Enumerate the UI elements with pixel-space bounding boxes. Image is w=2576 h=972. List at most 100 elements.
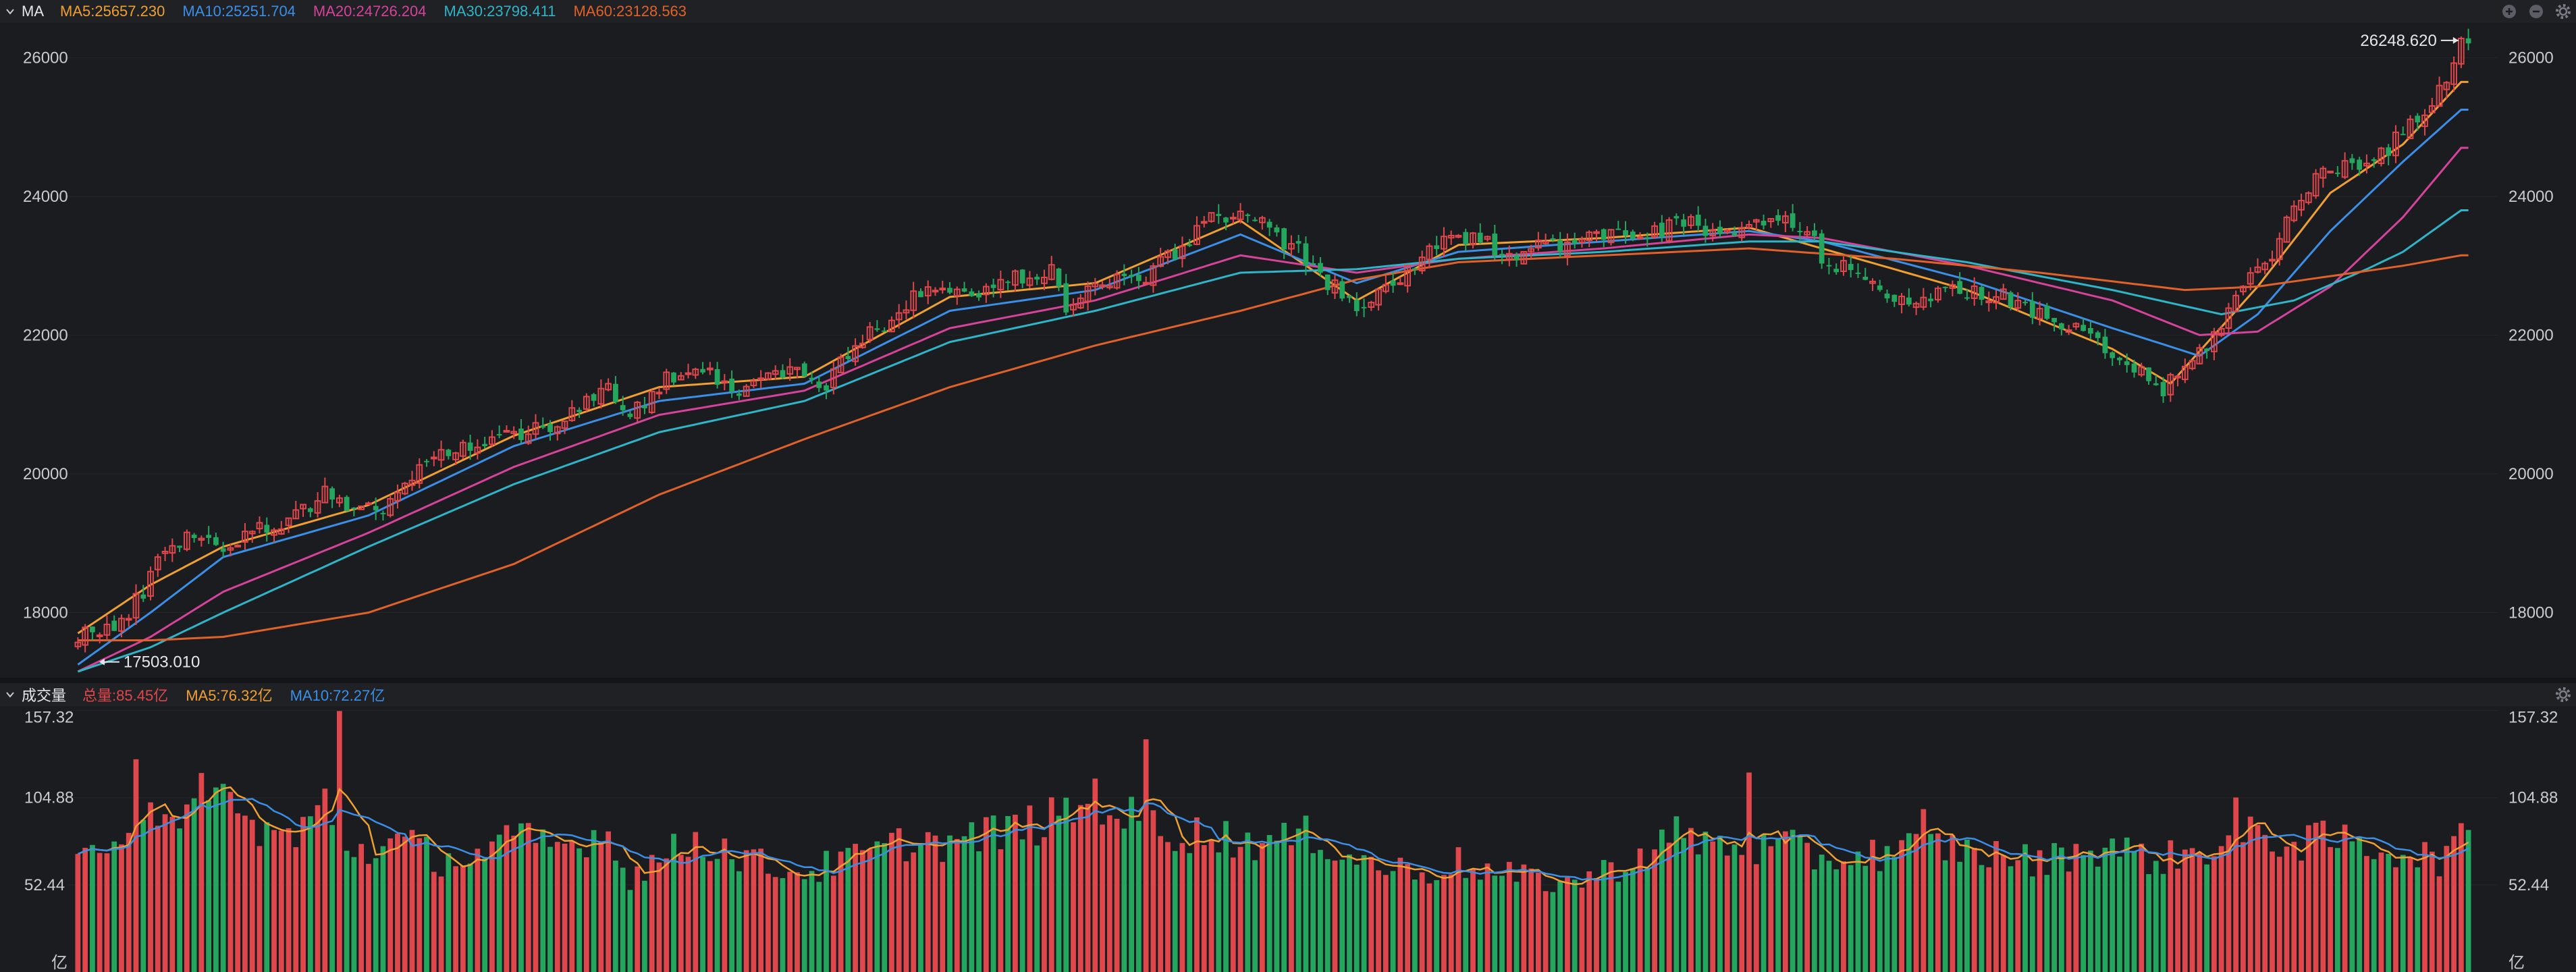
candle-body (1623, 230, 1628, 236)
volume-bar (1782, 831, 1788, 972)
volume-bar (2371, 859, 2377, 972)
candle-body (191, 535, 197, 539)
volume-bar (2131, 850, 2137, 972)
volume-bar (1666, 842, 1672, 972)
volume-bar (90, 844, 95, 972)
candle-body (627, 413, 633, 417)
volume-bar (2197, 853, 2203, 972)
candle-body (1644, 237, 1651, 239)
candle-body (1615, 228, 1621, 230)
candle-body (518, 428, 524, 440)
volume-bar (1042, 837, 1047, 972)
candle-body (655, 392, 663, 395)
candle-body (757, 377, 765, 381)
volume-bar (1797, 835, 1803, 972)
candle-body (1957, 281, 1963, 294)
volume-bar (2139, 843, 2145, 972)
candle-body (2146, 367, 2151, 381)
volume-bar (249, 819, 255, 972)
volume-bar (2218, 846, 2224, 972)
volume-bar (2124, 837, 2130, 972)
volume-bar (998, 849, 1004, 972)
volume-bar (2386, 853, 2392, 972)
volume-bar (1513, 882, 1520, 972)
volume-bar (1492, 875, 1498, 972)
volume-bar (293, 847, 299, 972)
volume-bar (1179, 842, 1185, 972)
candle-body (2160, 382, 2166, 397)
candle-body (430, 456, 437, 460)
candle-body (547, 423, 553, 433)
candle-body (1593, 231, 1600, 234)
candle-body (2022, 302, 2028, 304)
volume-bar (104, 853, 110, 972)
volume-bar (2102, 847, 2108, 972)
volume-bar (1913, 834, 1919, 972)
volume-bar (1441, 875, 1447, 972)
candle-body (882, 330, 888, 332)
volume-bar (1223, 821, 1229, 972)
candle-body (380, 512, 386, 514)
volume-bar (1077, 805, 1083, 972)
volume-bar (2415, 867, 2421, 972)
volume-bar (460, 865, 466, 972)
volume-bar (947, 835, 952, 972)
volume-bar (111, 841, 117, 972)
volume-bar (2022, 844, 2028, 972)
candle-body (874, 328, 880, 330)
volume-bar (2226, 835, 2232, 972)
candle-body (1833, 269, 1840, 273)
candle-body (1492, 234, 1498, 256)
volume-bar (1572, 880, 1578, 972)
volume-bar (235, 813, 241, 972)
volume-bar (2276, 857, 2282, 972)
volume-bar (1295, 828, 1302, 972)
volume-bar (133, 759, 139, 972)
volume-bar (1681, 838, 1687, 972)
volume-bar (1143, 739, 1149, 972)
volume-bar (1034, 845, 1040, 972)
candle-body (1063, 283, 1069, 313)
volume-bar (2051, 842, 2057, 972)
candle-body (1761, 221, 1767, 226)
volume-bar (795, 872, 800, 972)
volume-bar (533, 842, 539, 972)
volume-bar (1230, 857, 1236, 972)
volume-tick-label-left: 157.32 (24, 709, 74, 727)
candle-body (1826, 265, 1832, 267)
candle-body (373, 506, 379, 511)
volume-bar (140, 819, 146, 972)
candle-body (700, 369, 705, 373)
volume-bar (2270, 851, 2275, 972)
candle-body (234, 545, 242, 548)
volume-bar (1419, 872, 1425, 972)
candle-body (1891, 294, 1898, 302)
volume-bar (2066, 871, 2072, 972)
candle-body (2174, 375, 2181, 379)
volume-bar (1542, 891, 1549, 972)
volume-bar (82, 847, 88, 972)
chart-canvas[interactable]: 26000 26000 24000 24000 22000 22000 20000 20000… (0, 0, 2576, 972)
volume-bar (1971, 848, 1977, 972)
volume-bar (2095, 866, 2101, 972)
candle-body (1797, 231, 1803, 233)
candle-body (2095, 332, 2101, 338)
volume-bar (583, 857, 589, 972)
candle-body (1702, 225, 1709, 236)
volume-bar (2364, 856, 2369, 972)
volume-bar (2073, 844, 2079, 972)
volume-bar (2255, 825, 2261, 972)
candle-body (1463, 232, 1469, 245)
volume-bar (184, 804, 190, 972)
candle-body (2124, 361, 2130, 365)
volume-bar (257, 846, 263, 972)
volume-bar (206, 800, 212, 972)
volume-bar (976, 851, 982, 972)
candle-body (1928, 298, 1933, 302)
candle-body (1266, 221, 1272, 228)
candle-body (671, 372, 676, 383)
candle-body (2081, 325, 2087, 331)
volume-bar (1565, 878, 1570, 972)
volume-bar (2284, 846, 2290, 972)
volume-bar (1237, 846, 1243, 972)
